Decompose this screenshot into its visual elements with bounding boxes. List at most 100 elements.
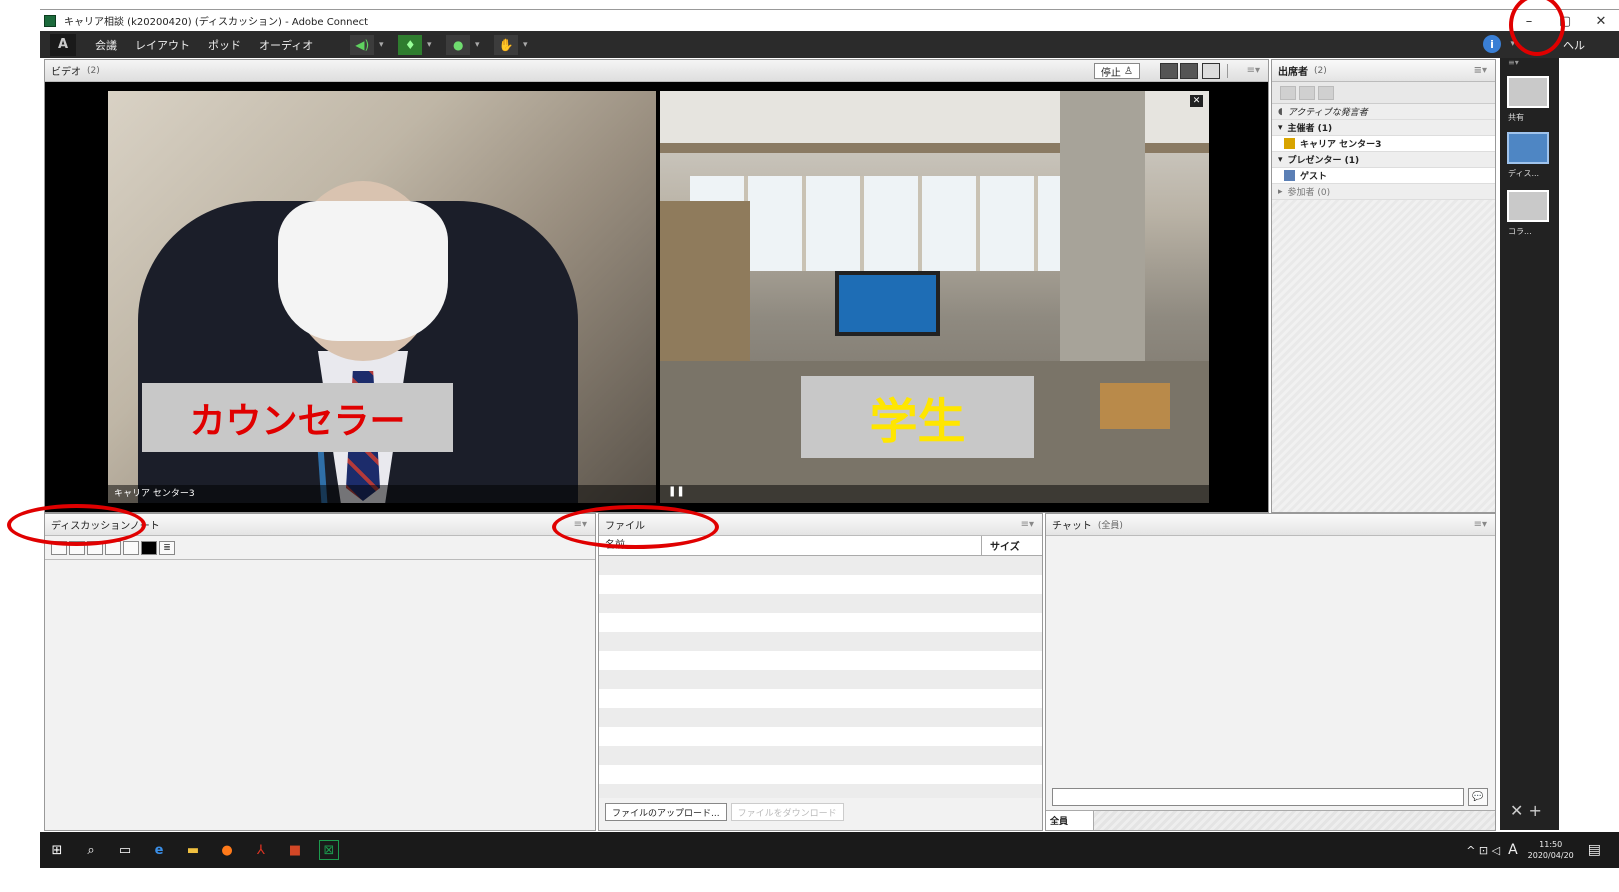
- annotation-circle-notes: [7, 504, 146, 546]
- presenters-group-row[interactable]: ▾ プレゼンター (1): [1272, 152, 1495, 168]
- hosts-group-row[interactable]: ▾ 主催者 (1): [1272, 120, 1495, 136]
- layout-label-collaboration: コラ...: [1508, 227, 1532, 236]
- pod-options-icon[interactable]: ≡▾: [1247, 65, 1260, 76]
- grid-layout-button[interactable]: [1160, 63, 1178, 79]
- windows-start-icon[interactable]: ⊞: [47, 840, 67, 860]
- pod-options-icon[interactable]: ≡▾: [1021, 519, 1034, 530]
- chevron-down-icon: ▾: [378, 39, 384, 50]
- tray-icons[interactable]: ^ ⊡ ◁: [1466, 844, 1500, 857]
- firefox-icon[interactable]: ●: [217, 840, 237, 860]
- host-name: キャリア センター3: [1300, 140, 1382, 150]
- edge-browser-icon[interactable]: e: [149, 840, 169, 860]
- fullscreen-button[interactable]: [1202, 63, 1220, 79]
- layout-thumb-collaboration[interactable]: [1507, 190, 1549, 222]
- stop-webcam-button[interactable]: 停止 ♙: [1093, 63, 1140, 79]
- menu-meeting[interactable]: 会議: [95, 37, 117, 53]
- file-explorer-icon[interactable]: ▬: [183, 840, 203, 860]
- layout-thumb-discussion[interactable]: [1507, 132, 1549, 164]
- office-monitor-image: [835, 271, 940, 336]
- text-cursor-button[interactable]: [123, 540, 139, 555]
- active-speakers-row: ◖ アクティブな発言者: [1272, 104, 1495, 120]
- speaker-icon: ◀): [350, 34, 375, 55]
- sidebar-menu-icon[interactable]: ≡▾: [1508, 58, 1519, 67]
- discussion-notes-pod: ディスカッションノート ≡▾ ≣: [44, 513, 596, 831]
- menu-bar: A 会議 レイアウト ポッド オーディオ ◀) ▾ ♦ ▾ ● ▾ ✋ ▾ i ▾ ヘル: [40, 31, 1619, 58]
- sort-icon[interactable]: [1318, 85, 1334, 100]
- upload-file-button[interactable]: ファイルのアップロード...: [605, 803, 727, 821]
- download-file-button[interactable]: ファイルをダウンロード: [730, 803, 844, 821]
- send-message-icon[interactable]: 💬: [1468, 788, 1488, 806]
- info-icon[interactable]: i: [1483, 35, 1501, 53]
- chevron-down-icon: ▾: [474, 39, 480, 50]
- webcam-icon: ●: [446, 34, 471, 55]
- video-pod-count: (2): [87, 65, 100, 76]
- participants-group-label: 参加者 (0): [1287, 188, 1331, 198]
- active-speakers-label: アクティブな発言者: [1287, 108, 1368, 118]
- files-actions: ファイルのアップロード... ファイルをダウンロード: [599, 798, 1042, 826]
- expand-triangle-icon: ▸: [1278, 186, 1283, 197]
- layout-label-share: 共有: [1508, 113, 1524, 122]
- raise-hand-control[interactable]: ✋ ▾: [494, 34, 530, 55]
- video-pod-header: ビデオ (2) 停止 ♙ ≡▾: [45, 60, 1268, 82]
- expand-icon[interactable]: [1299, 85, 1315, 100]
- collapse-triangle-icon: ▾: [1278, 122, 1283, 133]
- attendee-row-host[interactable]: キャリア センター3: [1272, 136, 1495, 152]
- adobe-logo-icon: A: [50, 33, 76, 56]
- search-icon[interactable]: ⌕: [81, 840, 101, 860]
- ime-indicator[interactable]: A: [1508, 842, 1518, 858]
- tab-everyone[interactable]: 全員: [1046, 811, 1094, 830]
- webcam-control[interactable]: ● ▾: [446, 34, 482, 55]
- pause-icon[interactable]: ❚❚: [668, 486, 685, 497]
- format-toolbar: ≣: [45, 536, 595, 560]
- chat-messages: [1046, 536, 1495, 802]
- window-titlebar: キャリア相談 (k20200420) (ディスカッション) - Adobe Co…: [40, 9, 1619, 31]
- microphone-control[interactable]: ♦ ▾: [398, 34, 434, 55]
- filmstrip-layout-button[interactable]: [1180, 63, 1198, 79]
- menu-layout[interactable]: レイアウト: [135, 37, 190, 53]
- chat-input[interactable]: [1052, 788, 1464, 806]
- bullet-list-icon[interactable]: ≣: [159, 540, 175, 555]
- presenter-icon: [1284, 170, 1295, 181]
- chat-pod-scope: (全員): [1097, 521, 1123, 531]
- collapse-triangle-icon: ▾: [1278, 154, 1283, 165]
- pod-options-icon[interactable]: ≡▾: [1474, 519, 1487, 530]
- close-video-icon[interactable]: ✕: [1190, 95, 1203, 107]
- close-window-button[interactable]: ✕: [1583, 10, 1619, 32]
- attendee-row-presenter[interactable]: ゲスト: [1272, 168, 1495, 184]
- menu-pods[interactable]: ポッド: [208, 37, 241, 53]
- counselor-video-name: キャリア センター3: [114, 489, 195, 499]
- hosts-group-label: 主催者 (1): [1287, 124, 1333, 134]
- chevron-down-icon: ▾: [426, 39, 432, 50]
- presenters-group-label: プレゼンター (1): [1287, 156, 1360, 166]
- acrobat-icon[interactable]: ⅄: [251, 840, 271, 860]
- files-pod: ファイル ≡▾ 名前 サイズ ファイルのアップロード... ファイルをダウンロー…: [598, 513, 1043, 831]
- video-caption-bar: [660, 485, 1209, 503]
- pod-options-icon[interactable]: ≡▾: [1474, 65, 1487, 76]
- speaker-control[interactable]: ◀) ▾: [350, 34, 386, 55]
- host-icon: [1284, 138, 1295, 149]
- counselor-image: [138, 181, 578, 503]
- participants-group-row[interactable]: ▸ 参加者 (0): [1272, 184, 1495, 200]
- speaker-icon: ◖: [1278, 106, 1283, 117]
- menu-help[interactable]: ヘル: [1563, 37, 1585, 53]
- layout-tools-icon[interactable]: ✕ +: [1510, 801, 1542, 820]
- chat-tabs: 全員: [1046, 810, 1495, 830]
- video-pod-title: ビデオ: [51, 67, 81, 78]
- notification-icon[interactable]: ▤: [1588, 842, 1601, 858]
- powerpoint-icon[interactable]: ■: [285, 840, 305, 860]
- adobe-connect-taskbar-icon[interactable]: ⊠: [319, 840, 339, 860]
- system-clock[interactable]: 11:50 2020/04/20: [1528, 839, 1574, 861]
- windows-taskbar: ⊞ ⌕ ▭ e ▬ ● ⅄ ■ ⊠ ^ ⊡ ◁ A 11:50 2020/04/…: [40, 832, 1619, 868]
- column-header-size[interactable]: サイズ: [982, 536, 1042, 555]
- microphone-icon: ♦: [398, 34, 423, 55]
- list-view-icon[interactable]: [1280, 85, 1296, 100]
- raise-hand-icon: ✋: [494, 34, 519, 55]
- attendees-pod: 出席者 (2) ≡▾ ◖ アクティブな発言者 ▾ 主催者 (1) キャリア セン…: [1271, 59, 1496, 513]
- attendees-toolbar: [1272, 82, 1495, 104]
- menu-audio[interactable]: オーディオ: [259, 37, 313, 53]
- task-view-icon[interactable]: ▭: [115, 840, 135, 860]
- divider: [1227, 64, 1228, 78]
- text-color-button[interactable]: [141, 540, 157, 555]
- window-title: キャリア相談 (k20200420) (ディスカッション) - Adobe Co…: [64, 17, 369, 28]
- layout-thumb-share[interactable]: [1507, 76, 1549, 108]
